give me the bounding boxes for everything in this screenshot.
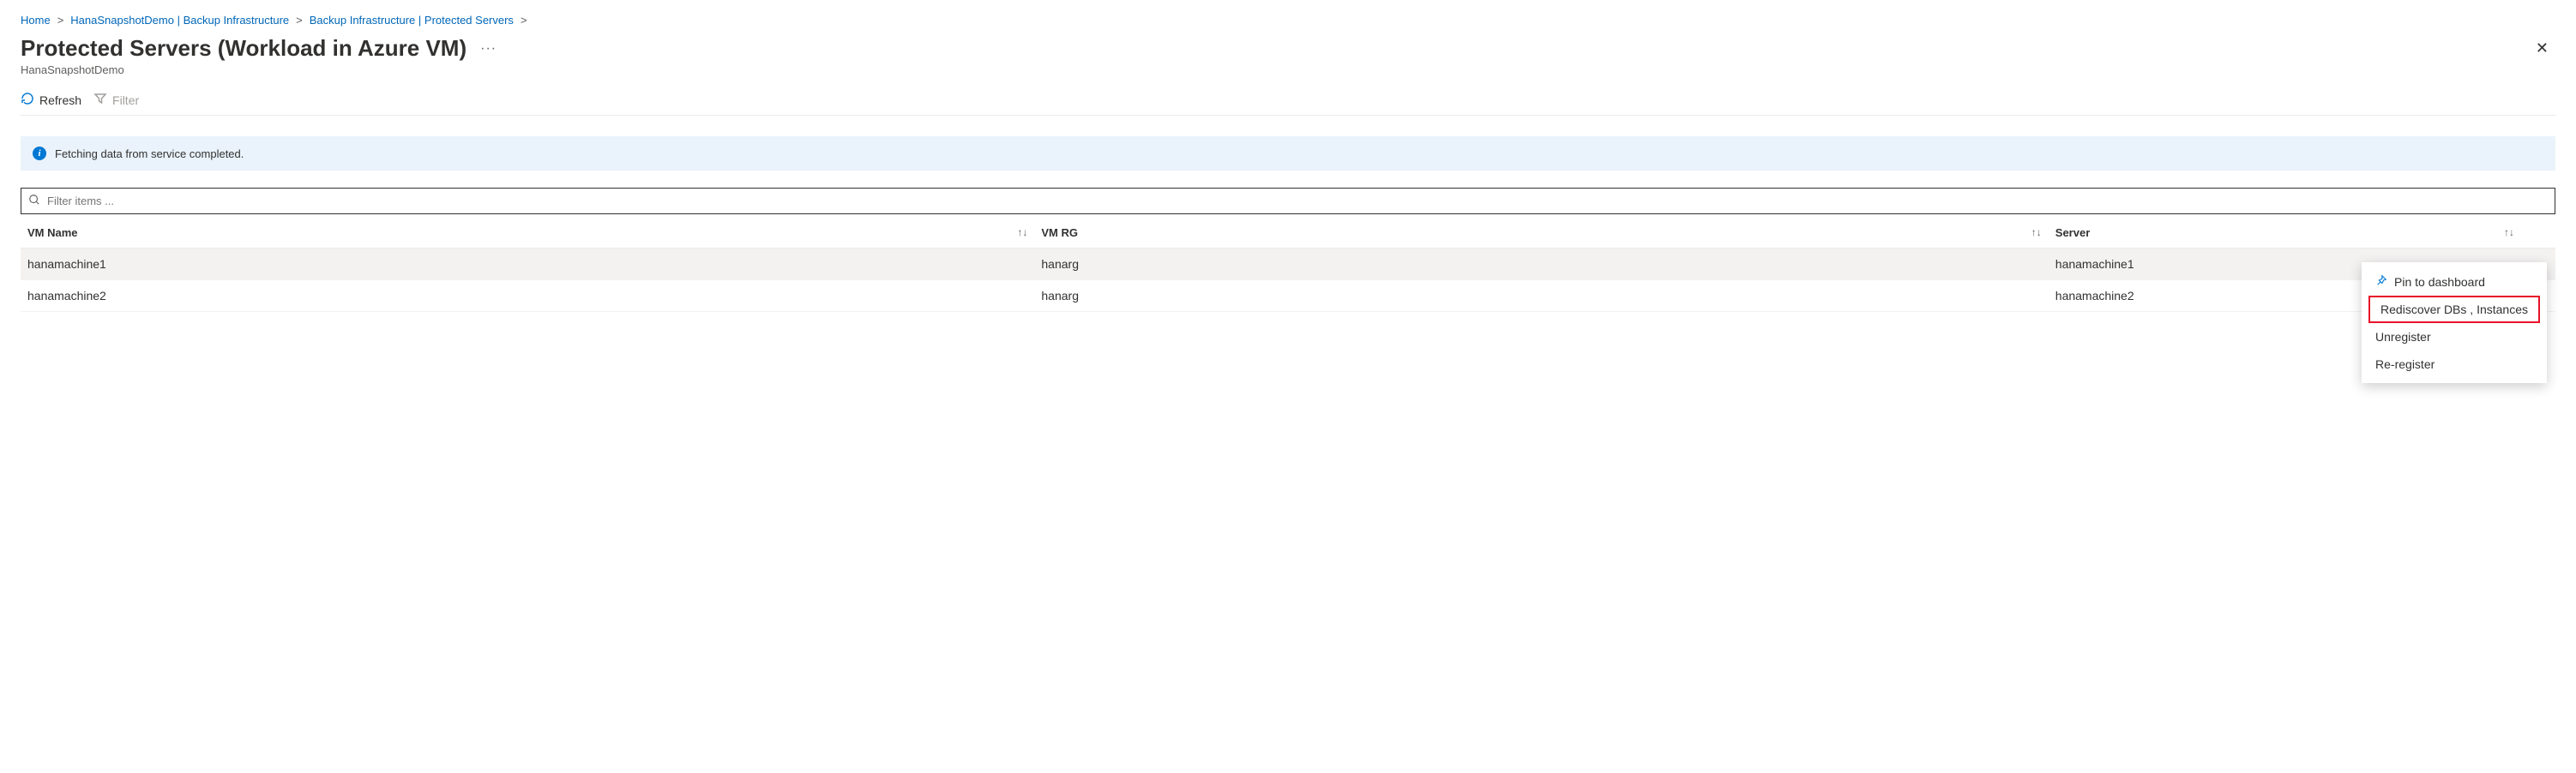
- refresh-button[interactable]: Refresh: [21, 92, 81, 108]
- breadcrumb: Home > HanaSnapshotDemo | Backup Infrast…: [21, 14, 2555, 27]
- info-icon: i: [33, 147, 46, 160]
- sort-icon[interactable]: ↑↓: [1017, 226, 1027, 238]
- table-row[interactable]: hanamachine2 hanarg hanamachine2 ···: [21, 280, 2555, 312]
- col-vm-name[interactable]: VM Name ↑↓: [21, 218, 1034, 249]
- menu-pin-label: Pin to dashboard: [2394, 275, 2485, 289]
- col-server[interactable]: Server ↑↓: [2049, 218, 2521, 249]
- breadcrumb-item-2[interactable]: Backup Infrastructure | Protected Server…: [310, 14, 514, 27]
- row-context-menu: Pin to dashboard Rediscover DBs , Instan…: [2362, 262, 2547, 383]
- highlighted-option: Rediscover DBs , Instances: [2368, 296, 2540, 323]
- menu-unregister[interactable]: Unregister: [2362, 323, 2547, 351]
- filter-icon: [93, 92, 107, 108]
- page-subtitle: HanaSnapshotDemo: [21, 63, 2555, 76]
- search-icon: [28, 194, 40, 208]
- chevron-right-icon: >: [521, 14, 527, 27]
- col-vm-name-label: VM Name: [27, 226, 78, 239]
- chevron-right-icon: >: [57, 14, 64, 27]
- sort-icon[interactable]: ↑↓: [2031, 226, 2042, 238]
- status-text: Fetching data from service completed.: [55, 147, 244, 160]
- sort-icon[interactable]: ↑↓: [2504, 226, 2514, 238]
- breadcrumb-item-1[interactable]: HanaSnapshotDemo | Backup Infrastructure: [70, 14, 289, 27]
- breadcrumb-home[interactable]: Home: [21, 14, 51, 27]
- page-title: Protected Servers (Workload in Azure VM): [21, 35, 466, 62]
- menu-reregister-label: Re-register: [2375, 357, 2435, 371]
- filter-input[interactable]: [45, 194, 2548, 208]
- table-row[interactable]: hanamachine1 hanarg hanamachine1 ···: [21, 249, 2555, 280]
- cell-vm-name: hanamachine2: [21, 280, 1034, 312]
- status-banner: i Fetching data from service completed.: [21, 136, 2555, 171]
- menu-rediscover-label: Rediscover DBs , Instances: [2380, 303, 2528, 316]
- pin-icon: [2375, 274, 2387, 289]
- refresh-label: Refresh: [39, 93, 81, 107]
- menu-reregister[interactable]: Re-register: [2362, 351, 2547, 378]
- cell-vm-rg: hanarg: [1034, 249, 2048, 280]
- cell-vm-rg: hanarg: [1034, 280, 2048, 312]
- refresh-icon: [21, 92, 34, 108]
- more-icon[interactable]: ···: [480, 41, 497, 57]
- menu-unregister-label: Unregister: [2375, 330, 2431, 344]
- toolbar: Refresh Filter: [21, 92, 2555, 116]
- filter-label: Filter: [112, 93, 139, 107]
- col-vm-rg[interactable]: VM RG ↑↓: [1034, 218, 2048, 249]
- col-vm-rg-label: VM RG: [1041, 226, 1078, 239]
- servers-table: VM Name ↑↓ VM RG ↑↓ Server ↑↓ hanamachin…: [21, 218, 2555, 312]
- cell-vm-name: hanamachine1: [21, 249, 1034, 280]
- title-row: Protected Servers (Workload in Azure VM)…: [21, 35, 2555, 62]
- col-server-label: Server: [2055, 226, 2090, 239]
- chevron-right-icon: >: [296, 14, 303, 27]
- filter-box[interactable]: [21, 188, 2555, 214]
- close-icon[interactable]: ✕: [2529, 36, 2555, 61]
- filter-button: Filter: [93, 92, 139, 108]
- menu-pin-to-dashboard[interactable]: Pin to dashboard: [2362, 267, 2547, 296]
- menu-rediscover[interactable]: Rediscover DBs , Instances: [2374, 299, 2535, 320]
